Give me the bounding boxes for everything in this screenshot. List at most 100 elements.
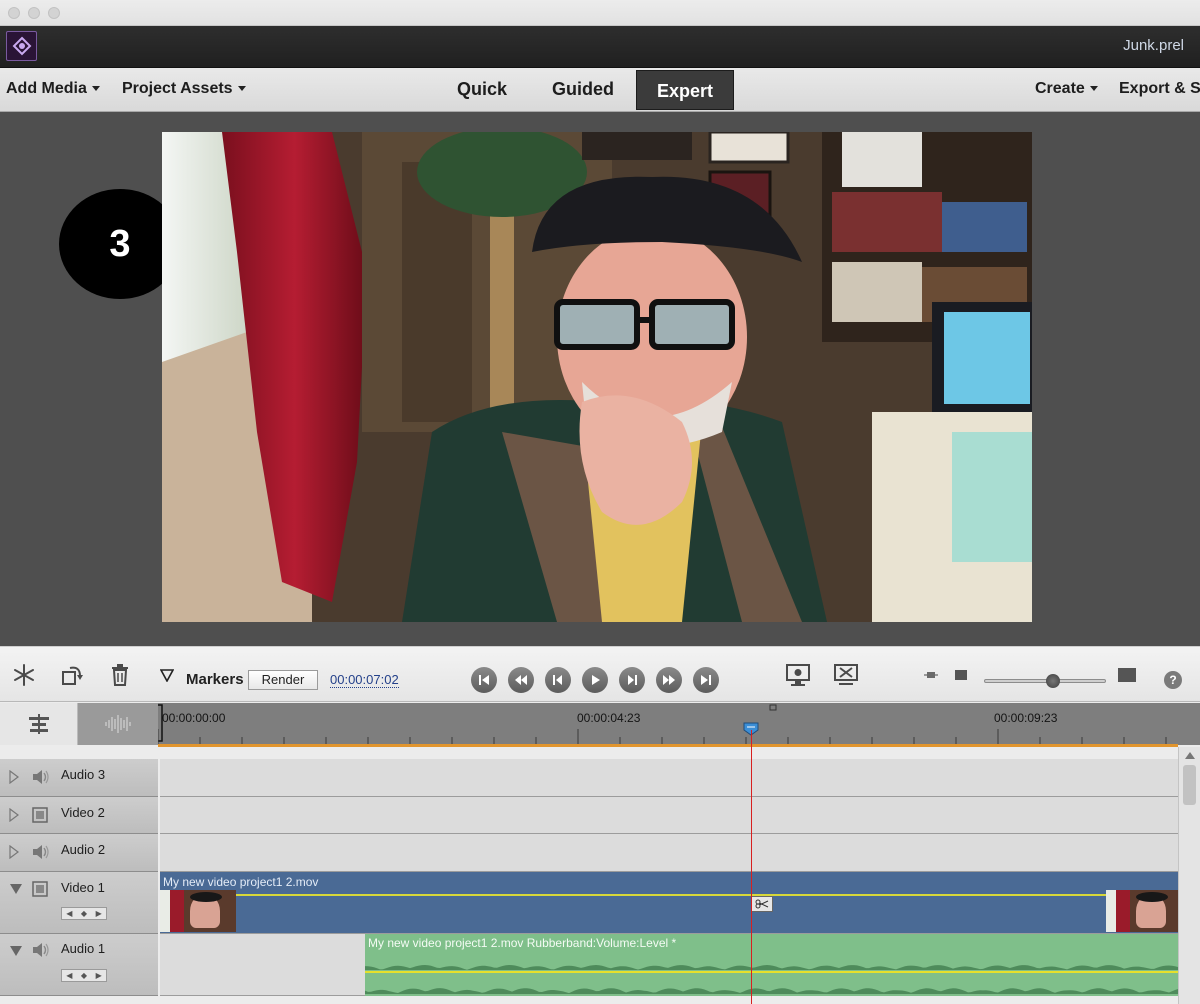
close-window-button[interactable] — [8, 7, 20, 19]
track-video-2: Video 2 — [0, 797, 1178, 834]
ruler-time-label: 00:00:09:23 — [994, 711, 1058, 725]
track-list-toggle[interactable] — [0, 703, 78, 745]
tab-guided[interactable]: Guided — [536, 68, 630, 110]
speaker-icon[interactable] — [32, 844, 50, 860]
go-to-end-button[interactable] — [693, 667, 719, 693]
go-to-start-button[interactable] — [471, 667, 497, 693]
go-to-start-icon — [479, 675, 489, 685]
zoom-out-small-icon[interactable] — [920, 661, 942, 689]
video-frame-image — [162, 132, 1032, 622]
monitor-settings-icon[interactable] — [784, 661, 812, 689]
expand-triangle-icon[interactable] — [9, 808, 19, 822]
scroll-up-arrow-icon[interactable] — [1185, 751, 1195, 759]
audio-clip[interactable]: My new video project1 2.mov Rubberband:V… — [365, 934, 1178, 996]
clip-name: My new video project1 2.mov Rubberband:V… — [368, 936, 677, 950]
next-keyframe-icon[interactable]: ▶ — [96, 909, 102, 918]
add-media-label: Add Media — [6, 80, 87, 97]
add-keyframe-icon[interactable]: ◆ — [81, 909, 87, 918]
collapse-triangle-icon[interactable] — [9, 883, 23, 895]
current-timecode[interactable]: 00:00:07:02 — [330, 672, 399, 688]
project-assets-label: Project Assets — [122, 80, 233, 97]
track-name: Video 1 — [61, 880, 105, 895]
keyframe-navigator[interactable]: ◀ ◆ ▶ — [61, 969, 107, 982]
render-button[interactable]: Render — [248, 670, 318, 690]
project-assets-menu[interactable]: Project Assets — [122, 80, 246, 98]
track-audio-3: Audio 3 — [0, 759, 1178, 797]
track-header: Video 1 ◀ ◆ ▶ — [0, 872, 158, 934]
audio-waveform-toggle[interactable] — [78, 703, 158, 745]
video-clip[interactable]: My new video project1 2.mov — [160, 872, 1178, 934]
timeline-zoom-slider[interactable] — [984, 674, 1106, 688]
add-keyframe-icon[interactable]: ◆ — [81, 971, 87, 980]
tab-expert[interactable]: Expert — [636, 70, 734, 110]
delete-trash-icon[interactable] — [106, 661, 134, 689]
film-strip-icon[interactable] — [32, 881, 48, 897]
timeline-ruler[interactable]: 00:00:00:00 00:00:04:23 00:00:09:23 — [158, 703, 1200, 745]
previous-keyframe-icon[interactable]: ◀ — [66, 909, 72, 918]
step-back-button[interactable] — [545, 667, 571, 693]
opacity-rubberband[interactable] — [160, 894, 1178, 896]
keyframe-navigator[interactable]: ◀ ◆ ▶ — [61, 907, 107, 920]
scrollbar-thumb[interactable] — [1183, 765, 1196, 805]
step-back-icon — [553, 675, 562, 685]
markers-dropdown-icon[interactable] — [157, 661, 177, 689]
work-area-bar[interactable] — [158, 744, 1178, 747]
track-lane[interactable]: My new video project1 2.mov Rubberband:V… — [160, 934, 1178, 996]
track-audio-1: Audio 1 ◀ ◆ ▶ My new video project1 2.mov … — [0, 934, 1178, 996]
timeline-toolbar: Markers Render 00:00:07:02 — [0, 646, 1200, 702]
zoom-window-button[interactable] — [48, 7, 60, 19]
ruler-time-label: 00:00:00:00 — [162, 711, 226, 725]
chevron-down-icon — [91, 86, 100, 92]
expand-triangle-icon[interactable] — [9, 770, 19, 784]
speaker-icon[interactable] — [32, 942, 50, 958]
app-header: Junk.prel — [0, 26, 1200, 68]
freeze-frame-icon[interactable] — [10, 661, 38, 689]
rotate-icon[interactable] — [58, 661, 86, 689]
track-audio-2: Audio 2 — [0, 834, 1178, 872]
export-share-menu[interactable]: Export & S — [1119, 80, 1200, 98]
zoom-out-icon[interactable] — [950, 661, 972, 689]
track-header: Audio 3 — [0, 759, 158, 797]
speaker-icon[interactable] — [32, 769, 50, 785]
premiere-elements-logo-icon[interactable] — [6, 31, 37, 61]
monitor-panel: 3 — [0, 112, 1200, 646]
add-media-menu[interactable]: Add Media — [6, 80, 100, 98]
fast-forward-button[interactable] — [656, 667, 682, 693]
track-name: Audio 1 — [61, 941, 106, 956]
video-preview-frame[interactable] — [162, 132, 1032, 622]
rewind-button[interactable] — [508, 667, 534, 693]
step-forward-button[interactable] — [619, 667, 645, 693]
film-strip-icon[interactable] — [32, 807, 48, 823]
track-header: Audio 1 ◀ ◆ ▶ — [0, 934, 158, 996]
track-lane[interactable] — [160, 834, 1178, 872]
ruler-time-label: 00:00:04:23 — [577, 711, 641, 725]
tab-quick[interactable]: Quick — [438, 68, 526, 110]
zoom-in-icon[interactable] — [1114, 661, 1140, 689]
clip-name: My new video project1 2.mov — [163, 875, 319, 889]
clip-thumbnail-end — [1106, 890, 1178, 932]
chevron-down-icon — [237, 86, 246, 92]
fit-to-screen-icon[interactable] — [832, 661, 860, 689]
export-share-label: Export & S — [1119, 80, 1200, 97]
previous-keyframe-icon[interactable]: ◀ — [66, 971, 72, 980]
help-button[interactable]: ? — [1164, 671, 1182, 689]
clip-thumbnail-start — [160, 890, 236, 932]
next-keyframe-icon[interactable]: ▶ — [96, 971, 102, 980]
zoom-slider-thumb[interactable] — [1046, 674, 1061, 688]
chevron-down-icon — [1089, 86, 1098, 92]
expand-triangle-icon[interactable] — [9, 845, 19, 859]
window-title-bar — [0, 0, 1200, 26]
collapse-triangle-icon[interactable] — [9, 945, 23, 957]
track-name: Video 2 — [61, 805, 105, 820]
play-button[interactable] — [582, 667, 608, 693]
timeline-vertical-scrollbar[interactable] — [1178, 747, 1200, 1004]
create-menu[interactable]: Create — [1035, 80, 1098, 98]
audio-waveform — [365, 965, 1178, 994]
scissors-icon[interactable] — [751, 896, 773, 912]
track-lane[interactable] — [160, 759, 1178, 797]
minimize-window-button[interactable] — [28, 7, 40, 19]
track-name: Audio 3 — [61, 767, 106, 782]
track-lane[interactable] — [160, 797, 1178, 834]
playhead-line[interactable] — [751, 730, 752, 1004]
markers-label[interactable]: Markers — [186, 671, 244, 688]
